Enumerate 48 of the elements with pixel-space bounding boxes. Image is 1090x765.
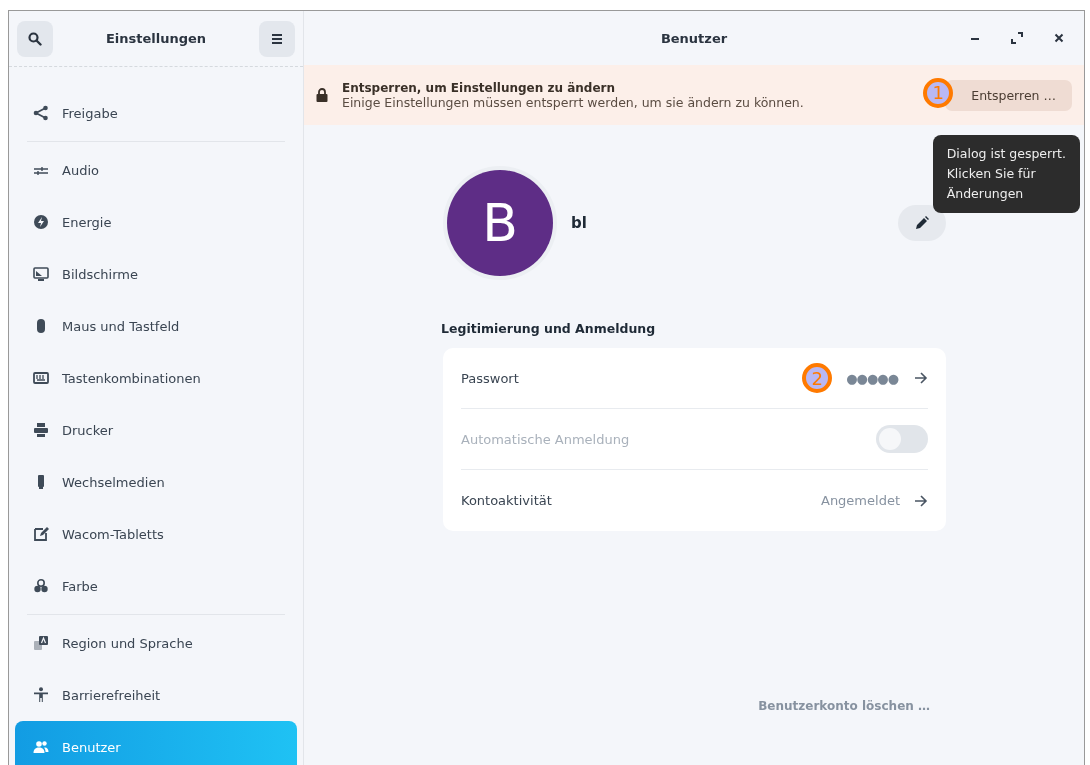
tablet-icon (33, 526, 49, 542)
maximize-icon (1011, 32, 1023, 44)
display-icon (33, 266, 49, 282)
search-button[interactable] (17, 20, 53, 57)
search-icon (28, 31, 42, 46)
lock-icon (316, 88, 328, 102)
power-icon (33, 214, 49, 230)
arrow-icon (914, 372, 928, 384)
section-heading: Legitimierung und Anmeldung (441, 321, 657, 336)
sidebar-item[interactable]: Wacom-Tabletts (15, 508, 297, 560)
user-name: bl (571, 214, 588, 232)
unlock-button[interactable]: Entsperren … (945, 79, 1072, 111)
step-marker: 2 (802, 363, 833, 393)
pencil-icon (915, 216, 929, 230)
sidebar-item[interactable]: Tastenkombinationen (15, 352, 297, 404)
arrow-icon (914, 494, 928, 507)
avatar-initial: B (482, 193, 518, 253)
sidebar-item[interactable]: Wechselmedien (15, 456, 297, 508)
close-icon (1054, 33, 1064, 43)
tooltip: Dialog ist gesperrt. Klicken Sie für Änderungen (932, 135, 1080, 213)
keyboard-icon (33, 370, 49, 386)
password-dots: ●●●●● (846, 370, 898, 386)
sidebar-item[interactable]: Region und Sprache (15, 617, 297, 669)
status-text: Angemeldet (821, 493, 900, 508)
sidebar-title: Einstellungen (105, 31, 207, 46)
share-icon (33, 105, 49, 121)
banner-text: Einige Einstellungen müssen entsperrt werden, um sie ändern zu können. (342, 94, 805, 110)
printer-icon (33, 422, 49, 438)
sidebar-item[interactable]: Freigabe (15, 87, 297, 139)
sidebar-item[interactable]: Bildschirme (15, 248, 297, 300)
menu-button[interactable] (259, 20, 295, 57)
settings-row[interactable]: Passwort 2 ●●●●● (461, 348, 928, 409)
banner-title: Entsperren, um Einstellungen zu ändern (342, 80, 616, 95)
sidebar-item[interactable]: Barrierefreiheit (15, 669, 297, 721)
edit-button[interactable] (898, 205, 946, 241)
users-icon (33, 739, 49, 755)
region-icon (33, 635, 49, 651)
step-marker: 1 (923, 77, 954, 108)
settings-row[interactable]: Kontoaktivität Angemeldet (461, 470, 928, 531)
window-title: Benutzer (660, 30, 728, 46)
sidebar-item[interactable]: Energie (15, 196, 297, 248)
sidebar-item[interactable]: Maus und Tastfeld (15, 300, 297, 352)
sidebar-item[interactable]: Audio (15, 144, 297, 196)
sidebar-item[interactable]: Drucker (15, 404, 297, 456)
menu-icon (271, 32, 283, 45)
color-icon (33, 578, 49, 594)
access-icon (33, 687, 49, 703)
sidebar-item[interactable]: Farbe (15, 560, 297, 612)
